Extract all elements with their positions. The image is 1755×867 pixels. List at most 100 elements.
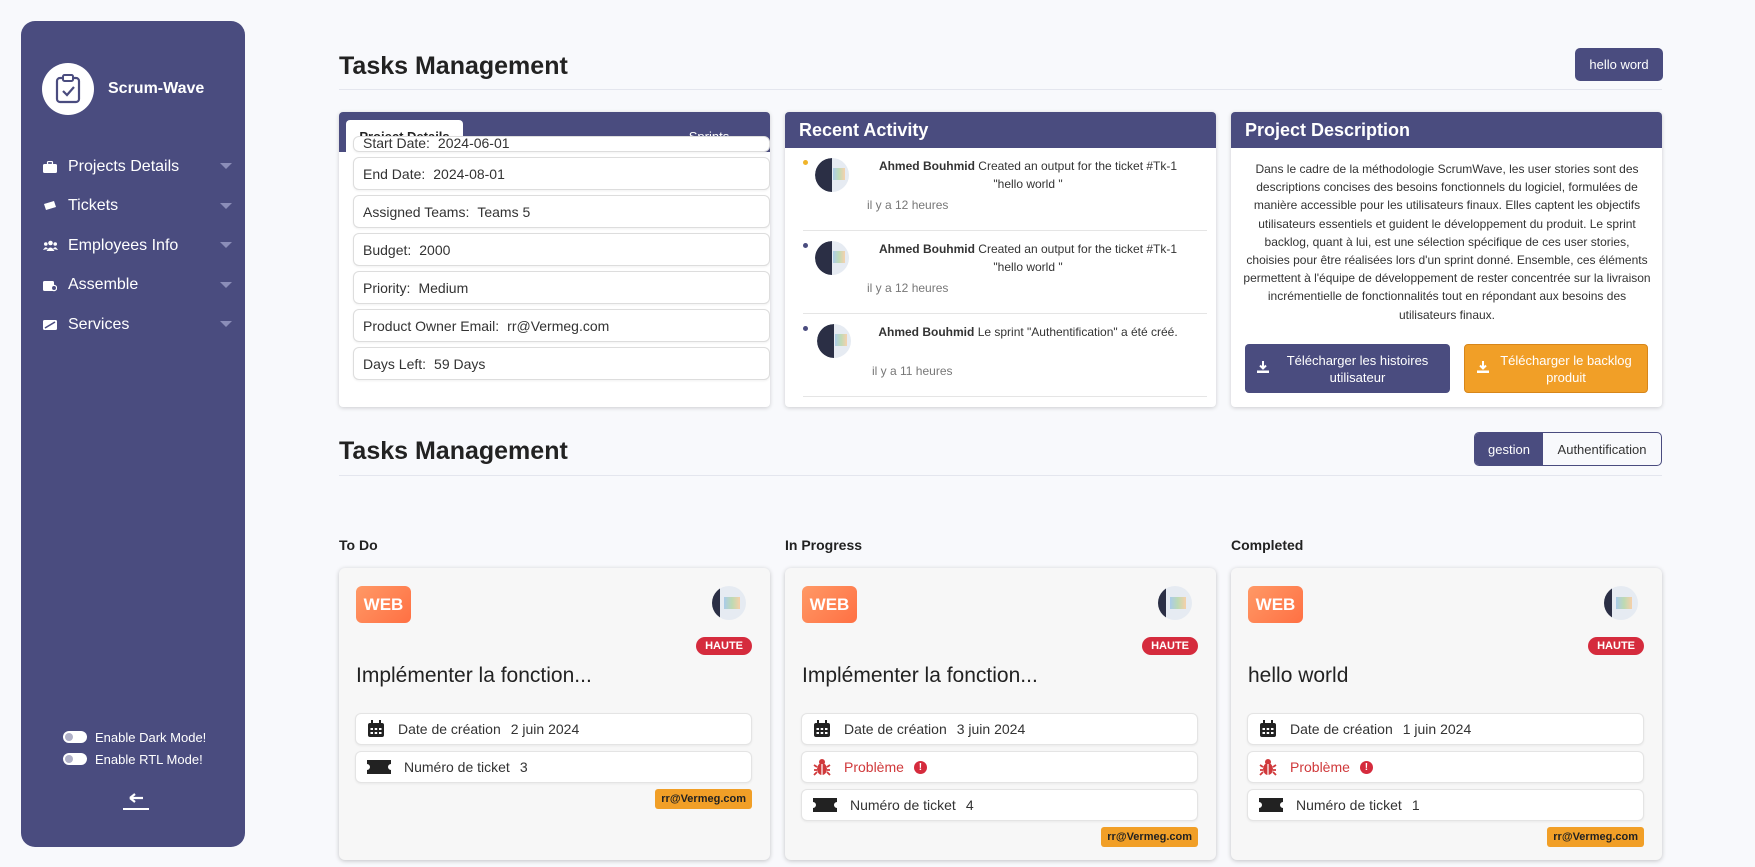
task-title: Implémenter la fonction... [802,664,1038,687]
brand[interactable]: Scrum-Wave [42,63,204,115]
download-icon [1477,360,1489,377]
sidebar-item-label: Assemble [68,276,139,294]
activity-time: il y a 12 heures [867,198,949,212]
detail-assigned-teams: Assigned Teams: Teams 5 [353,195,770,228]
recent-activity-title: Recent Activity [785,112,1216,148]
task-problem-row[interactable]: Problème ! [801,751,1198,783]
task-details: Date de création 2 juin 2024 Numéro de t… [355,713,752,789]
sidebar-item-tickets[interactable]: Tickets [42,187,232,227]
divider [339,475,1662,476]
project-description-card: Project Description Dans le cadre de la … [1231,112,1662,407]
task-details: Date de création 3 juin 2024 Problème ! … [801,713,1198,827]
activity-item: Ahmed Bouhmid Created an output for the … [803,148,1207,231]
task-created-row: Date de création 2 juin 2024 [355,713,752,745]
brand-name: Scrum-Wave [108,80,205,97]
chevron-down-icon [220,281,232,288]
briefcase-icon [42,160,58,174]
assignee-email-badge: rr@Vermeg.com [655,789,752,809]
ticket-icon [812,795,838,815]
task-ticket-row: Numéro de ticket 1 [1247,789,1644,821]
download-backlog-button[interactable]: Télécharger le backlog produit [1464,344,1648,393]
detail-product-owner-email: Product Owner Email: rr@Vermeg.com [353,309,770,342]
rtl-mode-label: Enable RTL Mode! [95,751,203,767]
task-problem-row[interactable]: Problème ! [1247,751,1644,783]
detail-priority: Priority: Medium [353,271,770,304]
detail-days-left: Days Left: 59 Days [353,347,770,380]
toggle-switch[interactable] [63,753,87,765]
rtl-mode-toggle[interactable]: Enable RTL Mode! [63,748,206,770]
sidebar-item-label: Services [68,315,130,333]
avatar [1604,586,1638,620]
task-created-row: Date de création 1 juin 2024 [1247,713,1644,745]
sidebar-item-label: Tickets [68,197,119,215]
task-created-row: Date de création 3 juin 2024 [801,713,1198,745]
toggle-switch[interactable] [63,731,87,743]
sidebar-item-label: Employees Info [68,236,179,254]
avatar [1158,586,1192,620]
sidebar: Scrum-Wave Projects Details Tickets Empl… [21,21,245,847]
calendar-user-icon [42,278,58,292]
project-details-list: Start Date: 2024-06-01 End Date: 2024-08-0… [353,136,770,385]
activity-text: Ahmed Bouhmid Le sprint "Authentificatio… [878,325,1178,339]
task-title: hello world [1248,664,1349,687]
column-title-completed: Completed [1231,537,1304,553]
assignee-email-badge: rr@Vermeg.com [1101,827,1198,847]
priority-badge: HAUTE [696,637,752,655]
task-card[interactable]: WEB HAUTE Implémenter la fonction... Dat… [785,568,1216,860]
activity-text: Ahmed Bouhmid Created an output for the … [878,242,1178,274]
task-ticket-row: Numéro de ticket 3 [355,751,752,783]
segment-gestion[interactable]: gestion [1475,433,1543,465]
sidebar-item-label: Projects Details [68,157,180,175]
detail-start-date: Start Date: 2024-06-01 [353,136,770,152]
priority-badge: HAUTE [1588,637,1644,655]
download-icon [1257,360,1269,377]
services-icon [42,318,58,332]
column-title-todo: To Do [339,537,378,553]
task-title: Implémenter la fonction... [356,664,592,687]
sidebar-item-employees-info[interactable]: Employees Info [42,226,232,266]
tag-badge: WEB [802,586,857,623]
sidebar-item-projects-details[interactable]: Projects Details [42,147,232,187]
calendar-icon [366,719,386,739]
activity-list: Ahmed Bouhmid Created an output for the … [803,148,1207,397]
ticket-icon [366,757,392,777]
ticket-icon [1258,795,1284,815]
activity-item: Ahmed Bouhmid Le sprint "Authentificatio… [803,314,1207,397]
calendar-icon [1258,719,1278,739]
task-card[interactable]: WEB HAUTE Implémenter la fonction... Dat… [339,568,770,860]
divider [339,89,1662,90]
sidebar-nav: Projects Details Tickets Employees Info … [42,147,232,345]
timeline-dot [803,243,808,248]
sidebar-item-assemble[interactable]: Assemble [42,266,232,306]
tag-badge: WEB [356,586,411,623]
page-title: Tasks Management [339,52,568,80]
sidebar-item-services[interactable]: Services [42,305,232,345]
avatar [815,158,849,192]
detail-budget: Budget: 2000 [353,233,770,266]
dark-mode-toggle[interactable]: Enable Dark Mode! [63,726,206,748]
download-user-stories-button[interactable]: Télécharger les histoires utilisateur [1245,344,1450,393]
activity-item: Ahmed Bouhmid Created an output for the … [803,231,1207,314]
task-card[interactable]: WEB HAUTE hello world Date de création 1… [1231,568,1662,860]
activity-text: Ahmed Bouhmid Created an output for the … [878,159,1178,191]
avatar [712,586,746,620]
column-title-in-progress: In Progress [785,537,863,553]
recent-activity-card: Recent Activity Ahmed Bouhmid Created an… [785,112,1216,407]
task-ticket-row: Numéro de ticket 4 [801,789,1198,821]
clipboard-check-icon [42,63,94,115]
ticket-icon [42,199,58,213]
bug-icon [812,757,832,777]
segment-authentification[interactable]: Authentification [1543,433,1661,465]
board-title: Tasks Management [339,437,568,465]
timeline-dot [803,160,808,165]
project-details-card: Project Details Sprints Start Date:2024-… [339,112,770,407]
alert-icon: ! [1359,760,1373,774]
project-description-text: Dans le cadre de la méthodologie ScrumWa… [1243,162,1651,322]
collapse-sidebar-icon[interactable] [121,791,151,813]
chevron-down-icon [220,242,232,248]
calendar-icon [812,719,832,739]
project-description-title: Project Description [1231,112,1662,148]
user-button[interactable]: hello word [1575,48,1663,81]
avatar [817,324,851,358]
sprint-selector: gestion Authentification [1474,432,1662,466]
